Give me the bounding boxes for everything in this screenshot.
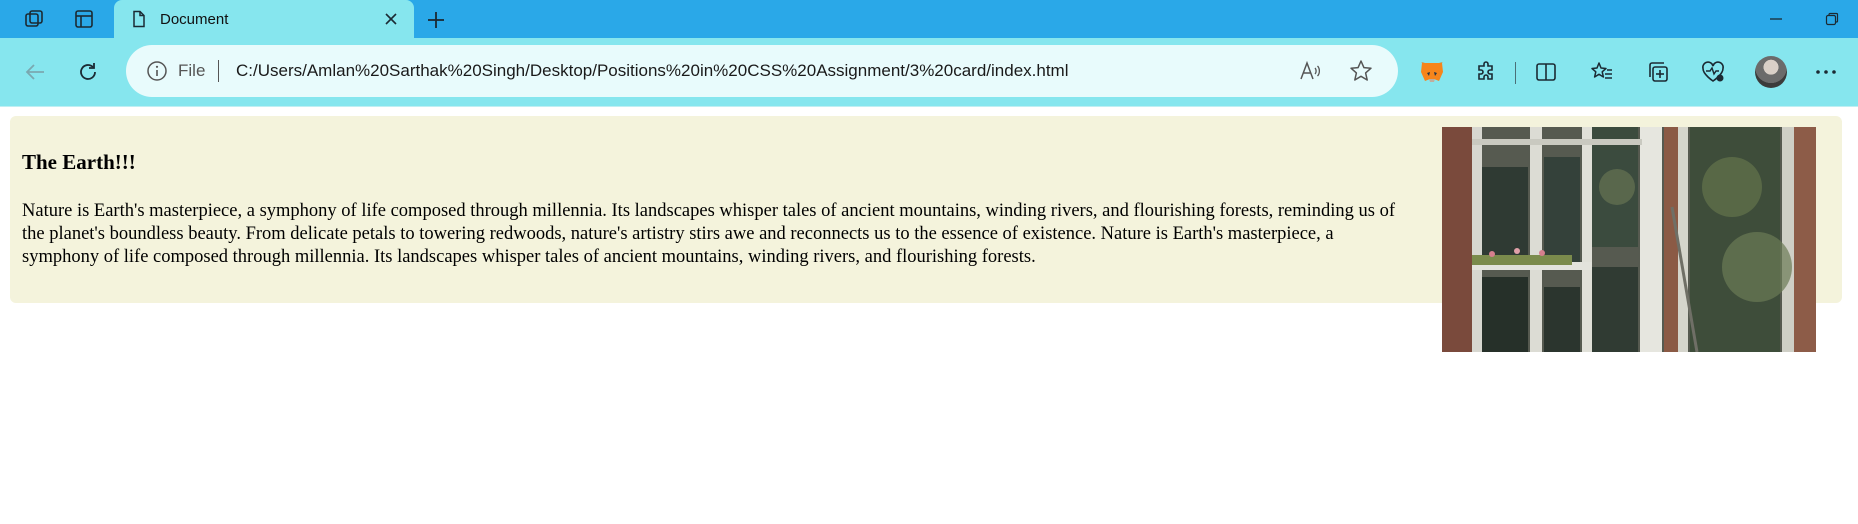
- refresh-icon: [80, 63, 96, 80]
- collections-button[interactable]: [1643, 57, 1673, 87]
- extensions-puzzle-icon: [1478, 61, 1493, 80]
- tab-actions-button[interactable]: [62, 0, 106, 38]
- earth-card: The Earth!!! Nature is Earth's masterpie…: [10, 116, 1842, 352]
- workspaces-icon: [25, 10, 43, 27]
- card-title: The Earth!!!: [22, 150, 136, 174]
- page-icon: [133, 10, 145, 28]
- building-facade-image: [1442, 127, 1816, 352]
- workspaces-button[interactable]: [12, 0, 56, 38]
- card-paragraph: Nature is Earth's masterpiece, a symphon…: [22, 201, 1396, 267]
- extensions-button[interactable]: [1472, 57, 1502, 87]
- restore-icon: [1825, 12, 1839, 26]
- refresh-button[interactable]: [70, 54, 106, 90]
- back-button[interactable]: [17, 54, 53, 90]
- collections-icon: [1649, 62, 1668, 82]
- metamask-extension-button[interactable]: [1417, 57, 1447, 87]
- metamask-extension-icon: [1421, 62, 1443, 82]
- profile-avatar[interactable]: [1755, 56, 1787, 88]
- building-facade-photo: [1442, 127, 1816, 352]
- scheme-label: File: [178, 61, 206, 80]
- back-arrow-icon: [25, 64, 44, 80]
- new-tab-button[interactable]: [420, 4, 452, 36]
- info-icon[interactable]: [146, 60, 168, 82]
- toolbar-divider: [1515, 62, 1516, 84]
- plus-icon: [428, 12, 444, 28]
- favorites-icon: [1591, 62, 1612, 79]
- url-text[interactable]: C:/Users/Amlan%20Sarthak%20Singh/Desktop…: [236, 61, 1069, 81]
- close-icon: [385, 13, 397, 25]
- browser-essentials-icon: [1702, 61, 1724, 82]
- split-screen-icon: [1536, 63, 1556, 81]
- split-screen-button[interactable]: [1531, 57, 1561, 87]
- more-menu-icon: [1816, 70, 1836, 74]
- page-viewport: The Earth!!! Nature is Earth's masterpie…: [0, 106, 1858, 524]
- favorites-button[interactable]: [1587, 57, 1617, 87]
- browser-toolbar: File C:/Users/Amlan%20Sarthak%20Singh/De…: [0, 38, 1858, 106]
- minimize-icon: [1770, 18, 1782, 20]
- tab-title: Document: [160, 11, 229, 28]
- title-bar: Document: [0, 0, 1858, 38]
- address-divider: [218, 60, 219, 82]
- favorite-star-icon[interactable]: [1348, 58, 1374, 84]
- address-bar[interactable]: File C:/Users/Amlan%20Sarthak%20Singh/De…: [126, 45, 1398, 97]
- tab-document[interactable]: Document: [114, 0, 414, 38]
- more-menu-button[interactable]: [1811, 57, 1841, 87]
- minimize-button[interactable]: [1760, 8, 1792, 30]
- restore-button[interactable]: [1816, 8, 1848, 30]
- tab-actions-icon: [75, 10, 93, 28]
- read-aloud-icon[interactable]: [1298, 59, 1322, 83]
- browser-essentials-button[interactable]: [1698, 57, 1728, 87]
- tab-close-button[interactable]: [380, 8, 402, 30]
